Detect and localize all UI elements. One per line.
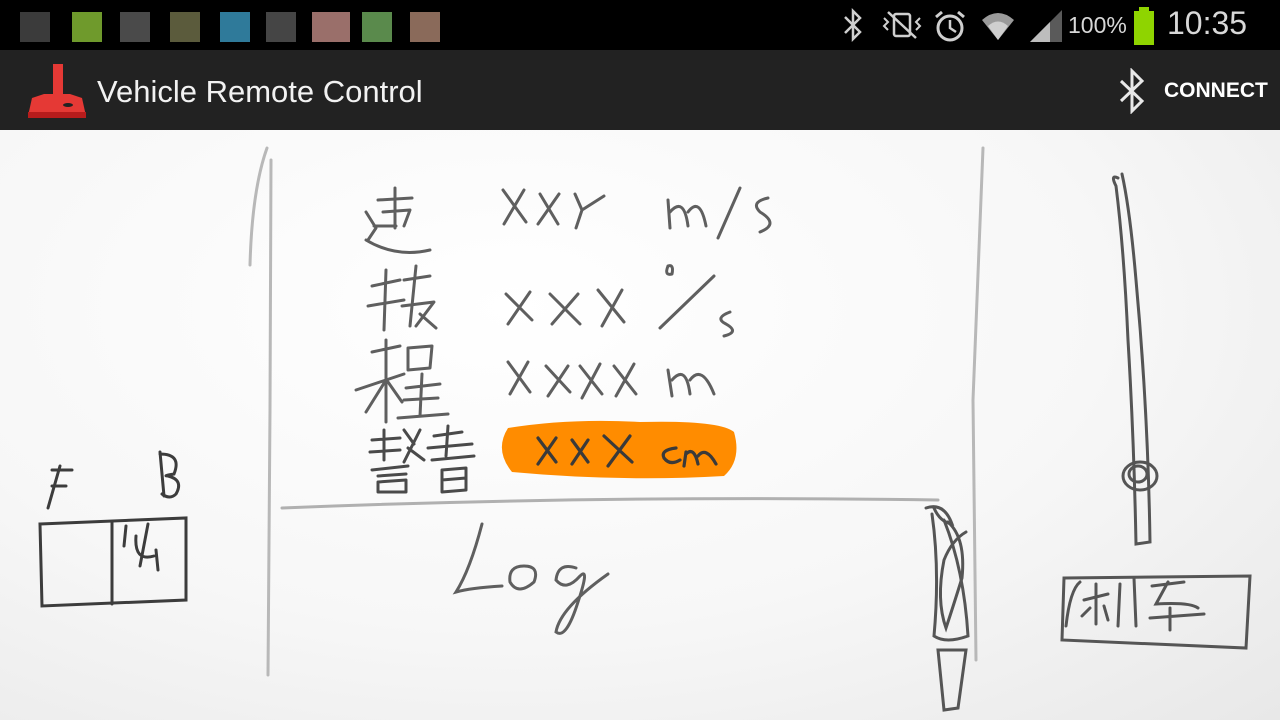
notification-icon xyxy=(220,12,250,42)
connect-button[interactable]: CONNECT xyxy=(1108,60,1270,120)
notification-icon xyxy=(312,12,350,42)
speed-row xyxy=(364,186,772,254)
alarm-icon xyxy=(935,10,965,42)
turn-rate-row xyxy=(366,264,734,338)
status-bar: 100% 10:35 xyxy=(0,0,1280,50)
direction-toggle-forward[interactable] xyxy=(40,518,112,606)
left-border-line xyxy=(248,146,269,267)
notification-icon xyxy=(72,12,102,42)
main-panel-right-line xyxy=(971,146,985,662)
notification-icon xyxy=(120,12,150,42)
connect-label: CONNECT xyxy=(1164,79,1268,102)
status-time: 10:35 xyxy=(1167,5,1248,41)
wifi-icon xyxy=(982,13,1014,40)
bluetooth-icon xyxy=(1119,68,1145,114)
main-panel-left-line xyxy=(266,158,273,677)
log-area xyxy=(452,522,610,635)
notification-icon xyxy=(170,12,200,42)
notification-icon xyxy=(362,12,392,42)
bluetooth-icon xyxy=(844,8,862,42)
throttle-slider-handle[interactable] xyxy=(1118,458,1158,494)
sketch-canvas xyxy=(0,130,1280,720)
action-bar: Vehicle Remote Control CONNECT xyxy=(0,50,1280,130)
app-title: Vehicle Remote Control xyxy=(97,74,423,109)
notification-icon xyxy=(266,12,296,42)
vibrate-icon xyxy=(882,11,922,39)
signal-icon xyxy=(1030,10,1062,42)
steering-slider-handle[interactable] xyxy=(926,506,970,714)
distance-row xyxy=(354,338,716,424)
notification-icon xyxy=(410,12,440,42)
battery-percent: 100% xyxy=(1068,12,1127,38)
direction-toggle-backward[interactable] xyxy=(112,518,186,606)
panel-divider-line xyxy=(280,497,940,510)
notification-icon xyxy=(20,12,50,42)
warning-label xyxy=(368,424,476,494)
brake-button[interactable] xyxy=(1062,576,1250,648)
battery-icon xyxy=(1134,7,1154,45)
joystick-icon xyxy=(28,64,86,118)
